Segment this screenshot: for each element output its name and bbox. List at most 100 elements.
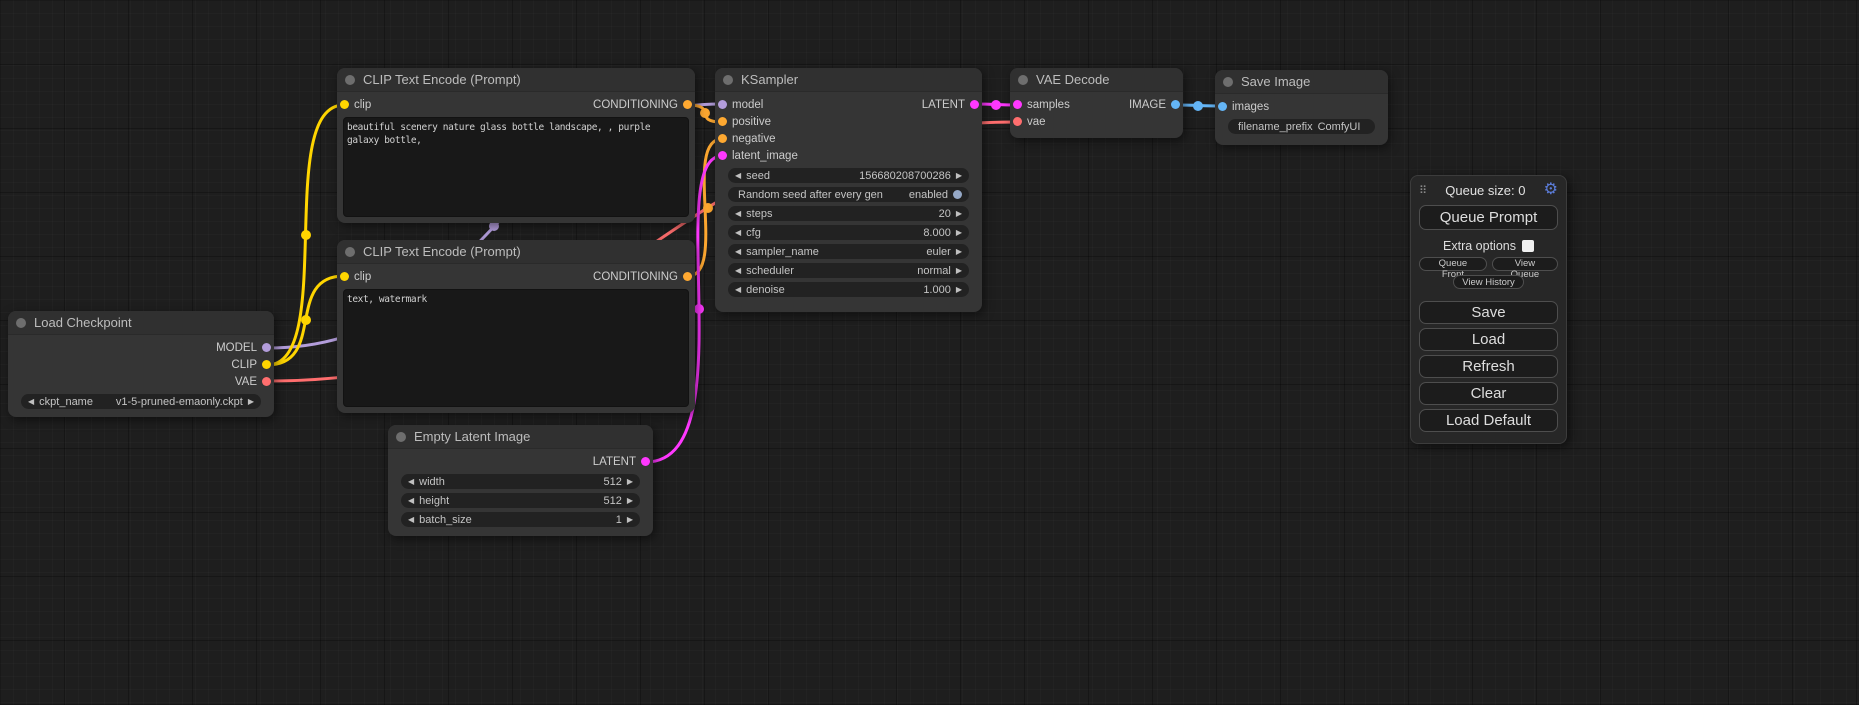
node-title-bar[interactable]: CLIP Text Encode (Prompt): [337, 68, 695, 92]
widget-value: 1: [477, 514, 622, 526]
denoise-widget[interactable]: ◀ denoise 1.000 ▶: [728, 282, 969, 297]
clear-button[interactable]: Clear: [1419, 382, 1558, 405]
view-history-button[interactable]: View History: [1453, 275, 1524, 289]
increment-arrow-icon[interactable]: ▶: [956, 248, 962, 256]
view-queue-button[interactable]: View Queue: [1492, 257, 1558, 271]
input-slot-negative[interactable]: [718, 134, 727, 143]
node-title-bar[interactable]: Save Image: [1215, 70, 1388, 94]
decrement-arrow-icon[interactable]: ◀: [408, 478, 414, 486]
queue-front-button[interactable]: Queue Front: [1419, 257, 1487, 271]
decrement-arrow-icon[interactable]: ◀: [735, 172, 741, 180]
height-widget[interactable]: ◀ height 512 ▶: [401, 493, 640, 508]
increment-arrow-icon[interactable]: ▶: [627, 478, 633, 486]
node-title: KSampler: [741, 72, 798, 87]
node-title-bar[interactable]: KSampler: [715, 68, 982, 92]
control-after-generate-widget[interactable]: Random seed after every gen enabled: [728, 187, 969, 202]
decrement-arrow-icon[interactable]: ◀: [408, 497, 414, 505]
output-slot-conditioning[interactable]: [683, 272, 692, 281]
output-slot-image[interactable]: [1171, 100, 1180, 109]
ckpt-name-widget[interactable]: ◀ ckpt_name v1-5-pruned-emaonly.ckpt ▶: [21, 394, 261, 409]
increment-arrow-icon[interactable]: ▶: [627, 497, 633, 505]
node-save-image[interactable]: Save Image images filename_prefix ComfyU…: [1215, 70, 1388, 145]
node-title-bar[interactable]: Load Checkpoint: [8, 311, 274, 335]
collapse-dot-icon[interactable]: [345, 75, 355, 85]
increment-arrow-icon[interactable]: ▶: [956, 267, 962, 275]
input-slot-samples[interactable]: [1013, 100, 1022, 109]
drag-handle-icon[interactable]: ⠿: [1419, 184, 1427, 197]
queue-prompt-button[interactable]: Queue Prompt: [1419, 205, 1558, 230]
sampler-name-widget[interactable]: ◀ sampler_name euler ▶: [728, 244, 969, 259]
randomize-toggle-icon[interactable]: [953, 190, 962, 199]
node-graph-canvas[interactable]: Load Checkpoint MODEL CLIP VAE ◀ ckpt_na…: [0, 0, 1859, 705]
settings-gear-icon[interactable]: ⚙: [1544, 182, 1558, 198]
steps-widget[interactable]: ◀ steps 20 ▶: [728, 206, 969, 221]
output-slot-conditioning[interactable]: [683, 100, 692, 109]
output-slot-latent[interactable]: [970, 100, 979, 109]
increment-arrow-icon[interactable]: ▶: [956, 210, 962, 218]
negative-prompt-text-area[interactable]: text, watermark: [343, 289, 689, 407]
prompt-text-area[interactable]: beautiful scenery nature glass bottle la…: [343, 117, 689, 217]
width-widget[interactable]: ◀ width 512 ▶: [401, 474, 640, 489]
increment-arrow-icon[interactable]: ▶: [627, 516, 633, 524]
output-slot-latent[interactable]: [641, 457, 650, 466]
seed-widget[interactable]: ◀ seed 156680208700286 ▶: [728, 168, 969, 183]
node-ksampler[interactable]: KSampler model LATENT positive negative …: [715, 68, 982, 312]
output-slot-vae[interactable]: [262, 377, 271, 386]
cfg-widget[interactable]: ◀ cfg 8.000 ▶: [728, 225, 969, 240]
collapse-dot-icon[interactable]: [396, 432, 406, 442]
queue-menu-panel: ⠿ Queue size: 0 ⚙ Queue Prompt Extra opt…: [1410, 175, 1567, 444]
extra-options-checkbox[interactable]: [1522, 240, 1534, 252]
input-slot-clip[interactable]: [340, 272, 349, 281]
slot-row: negative: [715, 130, 982, 147]
node-vae-decode[interactable]: VAE Decode samples IMAGE vae: [1010, 68, 1183, 138]
increment-arrow-icon[interactable]: ▶: [956, 286, 962, 294]
node-load-checkpoint[interactable]: Load Checkpoint MODEL CLIP VAE ◀ ckpt_na…: [8, 311, 274, 417]
output-label-model: MODEL: [216, 342, 257, 354]
input-slot-images[interactable]: [1218, 102, 1227, 111]
collapse-dot-icon[interactable]: [1018, 75, 1028, 85]
output-slot-clip[interactable]: [262, 360, 271, 369]
slot-row: images: [1215, 98, 1388, 115]
load-default-button[interactable]: Load Default: [1419, 409, 1558, 432]
widget-value: enabled: [888, 189, 948, 201]
node-clip-text-encode-positive[interactable]: CLIP Text Encode (Prompt) clip CONDITION…: [337, 68, 695, 223]
collapse-dot-icon[interactable]: [1223, 77, 1233, 87]
widget-name: width: [419, 476, 445, 488]
decrement-arrow-icon[interactable]: ◀: [28, 398, 34, 406]
widget-value: 512: [450, 476, 622, 488]
filename-prefix-widget[interactable]: filename_prefix ComfyUI: [1228, 119, 1375, 134]
input-slot-model[interactable]: [718, 100, 727, 109]
decrement-arrow-icon[interactable]: ◀: [735, 286, 741, 294]
input-slot-clip[interactable]: [340, 100, 349, 109]
slot-row: model LATENT: [715, 96, 982, 113]
increment-arrow-icon[interactable]: ▶: [248, 398, 254, 406]
scheduler-widget[interactable]: ◀ scheduler normal ▶: [728, 263, 969, 278]
queue-actions-row: Queue Front View Queue: [1419, 257, 1558, 271]
node-title: Empty Latent Image: [414, 429, 530, 444]
queue-size-label: Queue size: 0: [1427, 183, 1544, 198]
collapse-dot-icon[interactable]: [345, 247, 355, 257]
increment-arrow-icon[interactable]: ▶: [956, 229, 962, 237]
collapse-dot-icon[interactable]: [723, 75, 733, 85]
batch-size-widget[interactable]: ◀ batch_size 1 ▶: [401, 512, 640, 527]
decrement-arrow-icon[interactable]: ◀: [735, 229, 741, 237]
node-title-bar[interactable]: VAE Decode: [1010, 68, 1183, 92]
widget-value: euler: [824, 246, 951, 258]
decrement-arrow-icon[interactable]: ◀: [735, 267, 741, 275]
node-title-bar[interactable]: CLIP Text Encode (Prompt): [337, 240, 695, 264]
load-button[interactable]: Load: [1419, 328, 1558, 351]
output-slot-model[interactable]: [262, 343, 271, 352]
collapse-dot-icon[interactable]: [16, 318, 26, 328]
node-empty-latent-image[interactable]: Empty Latent Image LATENT ◀ width 512 ▶ …: [388, 425, 653, 536]
refresh-button[interactable]: Refresh: [1419, 355, 1558, 378]
node-title-bar[interactable]: Empty Latent Image: [388, 425, 653, 449]
decrement-arrow-icon[interactable]: ◀: [735, 210, 741, 218]
decrement-arrow-icon[interactable]: ◀: [408, 516, 414, 524]
input-slot-vae[interactable]: [1013, 117, 1022, 126]
node-clip-text-encode-negative[interactable]: CLIP Text Encode (Prompt) clip CONDITION…: [337, 240, 695, 413]
decrement-arrow-icon[interactable]: ◀: [735, 248, 741, 256]
save-button[interactable]: Save: [1419, 301, 1558, 324]
increment-arrow-icon[interactable]: ▶: [956, 172, 962, 180]
input-slot-latent-image[interactable]: [718, 151, 727, 160]
input-slot-positive[interactable]: [718, 117, 727, 126]
